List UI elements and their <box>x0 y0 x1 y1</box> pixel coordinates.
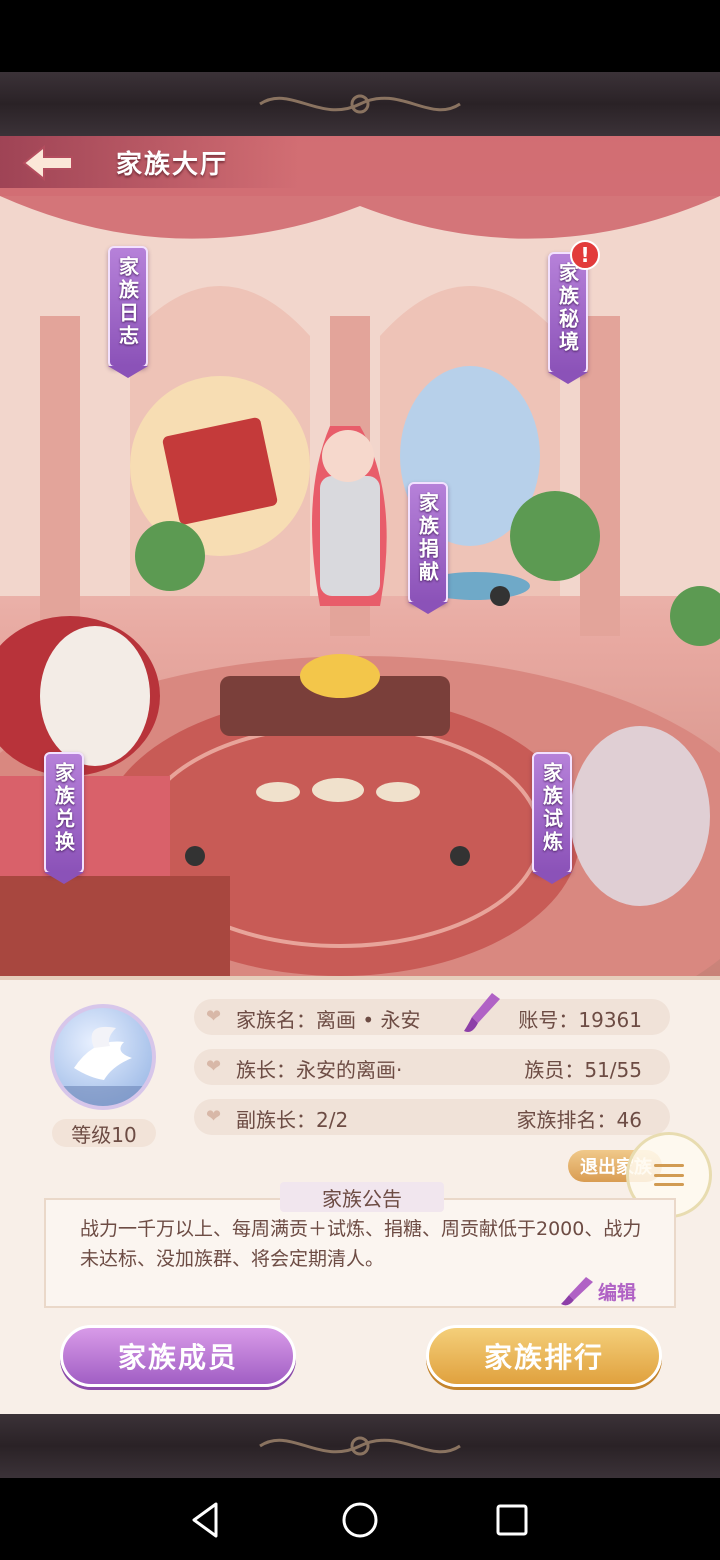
family-leader-label: 族长： <box>236 1058 296 1082</box>
frame-ornament-icon <box>259 94 461 114</box>
secret-realm-alert-badge: ! <box>570 240 600 270</box>
family-secret-realm-banner[interactable]: 家族秘境 <box>548 252 588 374</box>
family-members-count: 族员：51/55 <box>524 1054 642 1083</box>
family-donate-label: 家族捐献 <box>415 492 440 584</box>
family-account-label: 账号： <box>518 1008 579 1032</box>
family-secret-realm-label: 家族秘境 <box>555 262 580 354</box>
edit-label: 编辑 <box>598 1281 637 1304</box>
family-name-value: 离画 • 永安 <box>316 1008 421 1032</box>
family-trial-label: 家族试炼 <box>539 762 564 854</box>
family-log-label: 家族日志 <box>115 256 140 348</box>
family-exchange-label: 家族兑换 <box>51 762 76 854</box>
brush-icon <box>464 993 500 1032</box>
status-bar <box>0 0 720 72</box>
info-row-name: ❤ 家族名：离画 • 永安 账号：19361 <box>194 993 670 1035</box>
family-account: 账号：19361 <box>518 1004 642 1033</box>
family-account-value: 19361 <box>578 1008 642 1032</box>
family-members-button[interactable]: 家族成员 <box>60 1325 296 1387</box>
family-exchange-banner[interactable]: 家族兑换 <box>44 752 84 874</box>
family-vice-value: 2/2 <box>316 1108 349 1132</box>
info-row-vice: ❤ 副族长：2/2 家族排名：46 <box>194 1099 670 1135</box>
edit-notice-button[interactable]: 编辑 <box>560 1276 636 1306</box>
bottom-frame-band <box>0 1414 720 1478</box>
heart-icon: ❤ <box>206 1106 222 1127</box>
info-row-leader: ❤ 族长：永安的离画· 族员：51/55 <box>194 1049 670 1085</box>
family-name: 家族名：离画 • 永安 <box>236 1004 421 1033</box>
frame-ornament-icon <box>259 1436 461 1456</box>
brush-icon <box>561 1277 593 1306</box>
family-rank: 家族排名：46 <box>517 1104 642 1133</box>
family-leader-value: 永安的离画· <box>296 1058 403 1082</box>
family-name-label: 家族名： <box>236 1008 316 1032</box>
nav-home-icon[interactable] <box>338 1498 382 1542</box>
family-vice-leader: 副族长：2/2 <box>236 1104 348 1133</box>
family-rank-label: 家族排名： <box>516 1108 617 1132</box>
family-members-value: 51/55 <box>584 1058 642 1082</box>
family-trial-banner[interactable]: 家族试炼 <box>532 752 572 874</box>
family-ranking-button[interactable]: 家族排行 <box>426 1325 662 1387</box>
family-rank-value: 46 <box>616 1108 642 1132</box>
back-button[interactable] <box>8 140 88 186</box>
family-vice-label: 副族长： <box>236 1108 316 1132</box>
nav-recents-icon[interactable] <box>490 1498 534 1542</box>
nav-back-icon[interactable] <box>184 1498 228 1542</box>
system-nav-bar <box>0 1478 720 1560</box>
notice-title: 家族公告 <box>280 1182 444 1212</box>
family-donate-banner[interactable]: 家族捐献 <box>408 482 448 604</box>
top-frame-band <box>0 72 720 136</box>
family-emblem <box>50 1004 156 1110</box>
family-leader: 族长：永安的离画· <box>236 1054 402 1083</box>
notice-text: 战力一千万以上、每周满贡＋试炼、捐糖、周贡献低于2000、战力未达标、没加族群、… <box>80 1218 642 1270</box>
heart-icon: ❤ <box>206 1006 222 1027</box>
family-level: 等级10 <box>52 1119 156 1147</box>
back-arrow-icon <box>22 144 73 182</box>
page-title: 家族大厅 <box>116 150 229 180</box>
family-log-banner[interactable]: 家族日志 <box>108 246 148 368</box>
dove-emblem-icon <box>54 1026 152 1106</box>
heart-icon: ❤ <box>206 1056 222 1077</box>
menu-icon <box>654 1164 684 1186</box>
family-members-label: 族员： <box>524 1058 585 1082</box>
